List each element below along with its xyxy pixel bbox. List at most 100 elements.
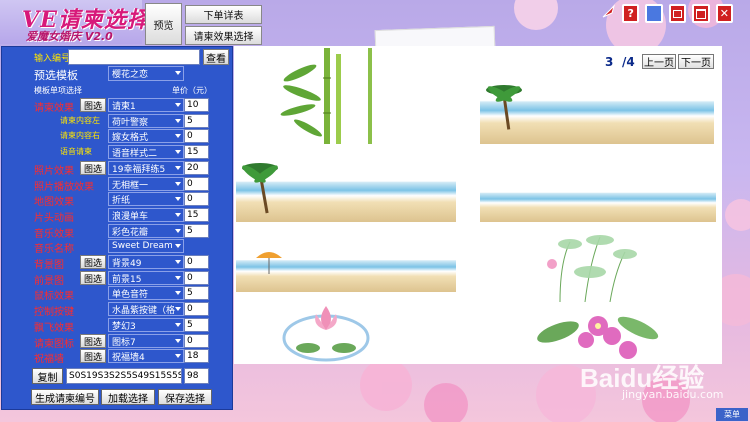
chevron-down-icon xyxy=(175,339,181,343)
next-page-button[interactable]: 下一页 xyxy=(678,54,714,69)
close-icon[interactable]: ✕ xyxy=(715,4,734,23)
help-icon[interactable]: ? xyxy=(622,4,640,23)
chevron-down-icon xyxy=(175,119,181,123)
option-select[interactable]: 19幸福拜练5 xyxy=(108,161,184,175)
option-select[interactable]: Sweet Dream xyxy=(108,239,184,253)
beach-thumbnail-4[interactable] xyxy=(236,240,456,292)
option-select-value: 嫁女格式 xyxy=(112,132,149,143)
price-input[interactable]: 0 xyxy=(184,177,209,191)
chevron-down-icon xyxy=(175,213,181,217)
chevron-down-icon xyxy=(175,150,181,154)
option-select-value: 彩色花瓣 xyxy=(112,227,149,238)
option-select[interactable]: 无相框一 xyxy=(108,177,184,191)
preview-button[interactable]: 预览 xyxy=(145,3,182,45)
image-pick-button[interactable]: 图选 xyxy=(80,255,106,269)
option-label: 前景图 xyxy=(34,276,64,287)
price-input[interactable]: 0 xyxy=(184,271,209,285)
option-select[interactable]: 前景15 xyxy=(108,271,184,285)
order-details-button[interactable]: 下单详表 xyxy=(185,5,262,24)
restore-icon[interactable] xyxy=(692,4,710,23)
option-select[interactable]: 请柬1 xyxy=(108,98,184,112)
app-version: 爱魔女婚庆 V2.0 xyxy=(26,30,113,43)
palm-tree-icon xyxy=(242,163,278,214)
bamboo-thumbnail[interactable] xyxy=(280,48,380,144)
option-select[interactable]: 荷叶警察 xyxy=(108,114,184,128)
option-select[interactable]: 水晶紫按键（格 xyxy=(108,302,184,316)
price-input[interactable]: 18 xyxy=(184,349,209,363)
chevron-down-icon xyxy=(175,260,181,264)
watermark-url: jingyan.baidu.com xyxy=(622,388,724,401)
chevron-down-icon xyxy=(175,197,181,201)
chevron-down-icon xyxy=(175,323,181,327)
option-select-value: 无相框一 xyxy=(112,180,149,191)
image-pick-button[interactable]: 图选 xyxy=(80,334,106,348)
chevron-down-icon xyxy=(175,71,181,75)
corner-menu-label[interactable]: 菜单 xyxy=(716,408,748,421)
palm-tree-icon xyxy=(486,85,522,130)
generate-code-button[interactable]: 生成请柬编号 xyxy=(31,389,99,405)
option-label: 请柬效果 xyxy=(34,103,74,114)
option-select[interactable]: 彩色花瓣 xyxy=(108,224,184,238)
unit-price-label: 单价（元） xyxy=(172,86,212,95)
beach-thumbnail-2[interactable] xyxy=(236,156,456,222)
orchid-thumbnail[interactable] xyxy=(528,300,668,364)
option-select-value: 前景15 xyxy=(112,274,142,285)
price-input[interactable]: 0 xyxy=(184,255,209,269)
lookup-button[interactable]: 查看 xyxy=(203,49,229,65)
load-selection-button[interactable]: 加载选择 xyxy=(101,389,155,405)
price-input[interactable]: 0 xyxy=(184,302,209,316)
option-select[interactable]: 语音样式二 xyxy=(108,145,184,159)
price-input[interactable]: 0 xyxy=(184,129,209,143)
price-input[interactable]: 5 xyxy=(184,318,209,332)
umbrella-icon xyxy=(256,252,282,274)
option-select[interactable]: 单色音符 xyxy=(108,286,184,300)
price-input[interactable]: 5 xyxy=(184,114,209,128)
price-input[interactable]: 10 xyxy=(184,98,209,112)
price-input[interactable]: 15 xyxy=(184,145,209,159)
price-input[interactable]: 0 xyxy=(184,192,209,206)
lotus-leaves-thumbnail[interactable] xyxy=(530,222,650,302)
price-input[interactable]: 20 xyxy=(184,161,209,175)
option-select-value: Sweet Dream xyxy=(112,241,173,251)
save-selection-button[interactable]: 保存选择 xyxy=(158,389,212,405)
maximize-icon[interactable] xyxy=(668,4,687,23)
total-price-field[interactable]: 98 xyxy=(184,368,209,384)
option-select[interactable]: 梦幻3 xyxy=(108,318,184,332)
beach-thumbnail-3[interactable] xyxy=(480,174,716,222)
lotus-circle-thumbnail[interactable] xyxy=(276,298,376,364)
option-select[interactable]: 折纸 xyxy=(108,192,184,206)
option-select[interactable]: 背景49 xyxy=(108,255,184,269)
option-select[interactable]: 嫁女格式 xyxy=(108,129,184,143)
option-select[interactable]: 祝福墙4 xyxy=(108,349,184,363)
preset-template-select[interactable]: 樱花之恋 xyxy=(108,66,184,81)
option-select-value: 语音样式二 xyxy=(112,148,158,159)
option-select-value: 折纸 xyxy=(112,195,131,206)
option-select[interactable]: 图标7 xyxy=(108,334,184,348)
price-input[interactable]: 15 xyxy=(184,208,209,222)
prev-page-button[interactable]: 上一页 xyxy=(642,54,676,69)
price-input[interactable]: 0 xyxy=(184,334,209,348)
option-select[interactable]: 浪漫单车 xyxy=(108,208,184,222)
price-input[interactable]: 5 xyxy=(184,224,209,238)
pointer-icon[interactable] xyxy=(601,4,616,19)
effect-select-button[interactable]: 请柬效果选择 xyxy=(185,26,262,45)
option-label: 请柬内容左 xyxy=(60,116,100,125)
preset-template-label: 预选模板 xyxy=(34,69,78,82)
image-pick-button[interactable]: 图选 xyxy=(80,271,106,285)
chevron-down-icon xyxy=(175,166,181,170)
copy-button[interactable]: 复制 xyxy=(32,368,63,384)
number-input[interactable] xyxy=(68,49,200,65)
code-output-field[interactable]: S0S19S3S2S5S49S15S5S6 xyxy=(66,368,182,384)
option-select-value: 19幸福拜练5 xyxy=(112,164,166,175)
image-pick-button[interactable]: 图选 xyxy=(80,349,106,363)
window-icon[interactable] xyxy=(645,4,663,23)
image-pick-button[interactable]: 图选 xyxy=(80,161,106,175)
option-label: 请柬图标 xyxy=(34,339,74,350)
chevron-down-icon xyxy=(175,244,181,248)
price-input[interactable]: 5 xyxy=(184,286,209,300)
beach-thumbnail-1[interactable] xyxy=(480,74,714,144)
option-select-value: 祝福墙4 xyxy=(112,352,145,363)
option-label: 请柬内容右 xyxy=(60,131,100,140)
image-pick-button[interactable]: 图选 xyxy=(80,98,106,112)
option-select-value: 荷叶警察 xyxy=(112,117,149,128)
